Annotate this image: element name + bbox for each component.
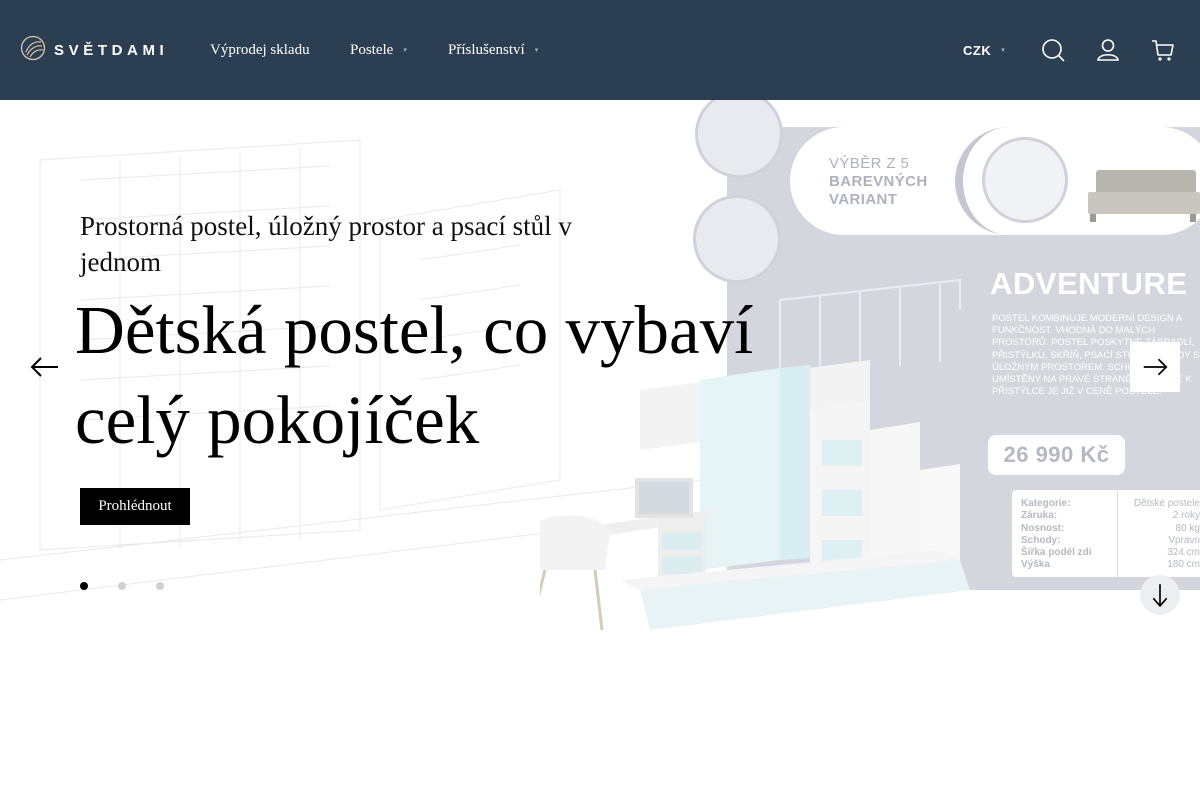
prev-slide-button[interactable]: [28, 352, 62, 382]
variant-line: VARIANT: [829, 191, 898, 208]
spec-row: Záruka: 2 roky: [1012, 510, 1200, 522]
spec-row: Nosnost: 80 kg: [1012, 523, 1200, 535]
spec-value: Vpravo: [1168, 534, 1200, 546]
spec-value: 324 cm: [1167, 547, 1200, 559]
nav-item-prislusenstvi[interactable]: Příslušenství ▾: [448, 40, 538, 60]
price-value: 26 990 Kč: [1003, 442, 1110, 467]
spec-value: 80 kg: [1175, 522, 1200, 534]
logo[interactable]: SVĚTDAMI: [20, 35, 169, 66]
arrow-right-icon: [1143, 358, 1168, 376]
hero-slider: VÝBĚR Z 5 BAREVNÝCH VARIANT ADVENTURE Po…: [0, 100, 1200, 634]
currency-label: CZK: [963, 42, 992, 58]
slide-dot-1[interactable]: [80, 582, 88, 590]
bed-thumb-image: [1088, 170, 1200, 222]
view-button-label: Prohlédnout: [98, 498, 172, 514]
spec-value: 180 cm: [1167, 559, 1200, 571]
spec-key: Kategorie:: [1021, 498, 1071, 509]
spec-value: 2 roky: [1172, 510, 1200, 522]
spec-key: Záruka:: [1021, 510, 1058, 522]
arrow-left-icon: [30, 357, 58, 377]
headboard-thumb: [982, 137, 1068, 223]
spec-row: Výška 180 cm: [1012, 559, 1200, 571]
variant-text: VÝBĚR Z 5 BAREVNÝCH VARIANT: [829, 155, 928, 209]
spec-key: Výška: [1021, 559, 1050, 571]
site-header: SVĚTDAMI Výprodej skladu Postele ▾ Přísl…: [0, 0, 1200, 100]
spec-key: Nosnost:: [1021, 522, 1065, 534]
next-slide-button[interactable]: [1130, 342, 1180, 392]
hero-headline: Dětská postel, co vybaví celý pokojíček: [75, 292, 754, 458]
logo-mark-icon: [20, 35, 46, 66]
spec-row: Šířka podél zdi 324 cm: [1012, 547, 1200, 559]
nav-item-postele[interactable]: Postele ▾: [350, 40, 407, 60]
nav-item-label: Příslušenství: [448, 41, 525, 58]
spec-key: Šířka podél zdi: [1021, 547, 1092, 559]
view-button[interactable]: Prohlédnout: [80, 488, 190, 525]
logo-text: SVĚTDAMI: [54, 41, 169, 59]
user-icon[interactable]: [1095, 37, 1121, 63]
currency-selector[interactable]: CZK ▾: [963, 40, 1005, 60]
variant-line: BAREVNÝCH: [829, 173, 928, 190]
hero-subtitle: Prostorná postel, úložný prostor a psací…: [80, 211, 572, 277]
search-icon[interactable]: [1040, 37, 1066, 63]
spec-value: Dětské postele: [1133, 498, 1200, 509]
slide-dot-3[interactable]: [156, 582, 164, 590]
spec-table: Kategorie: Dětské postele Záruka: 2 roky…: [1012, 490, 1200, 577]
spec-key: Schody:: [1021, 534, 1061, 546]
variant-line: VÝBĚR Z 5: [829, 155, 910, 172]
nav-item-label: Výprodej skladu: [210, 41, 310, 58]
scroll-down-button[interactable]: [1140, 575, 1180, 615]
chevron-down-icon: ▾: [534, 46, 539, 54]
product-name: ADVENTURE: [990, 266, 1188, 301]
chevron-down-icon: ▾: [403, 46, 407, 54]
cart-icon[interactable]: [1150, 37, 1176, 63]
arrow-down-icon: [1152, 584, 1168, 608]
nav-item-vyprodej[interactable]: Výprodej skladu: [210, 40, 310, 60]
slide-dot-2[interactable]: [118, 582, 126, 590]
nav-item-label: Postele: [350, 41, 394, 58]
chevron-down-icon: ▾: [1001, 46, 1006, 54]
spec-row: Kategorie: Dětské postele: [1012, 498, 1200, 510]
spec-row: Schody: Vpravo: [1012, 535, 1200, 547]
